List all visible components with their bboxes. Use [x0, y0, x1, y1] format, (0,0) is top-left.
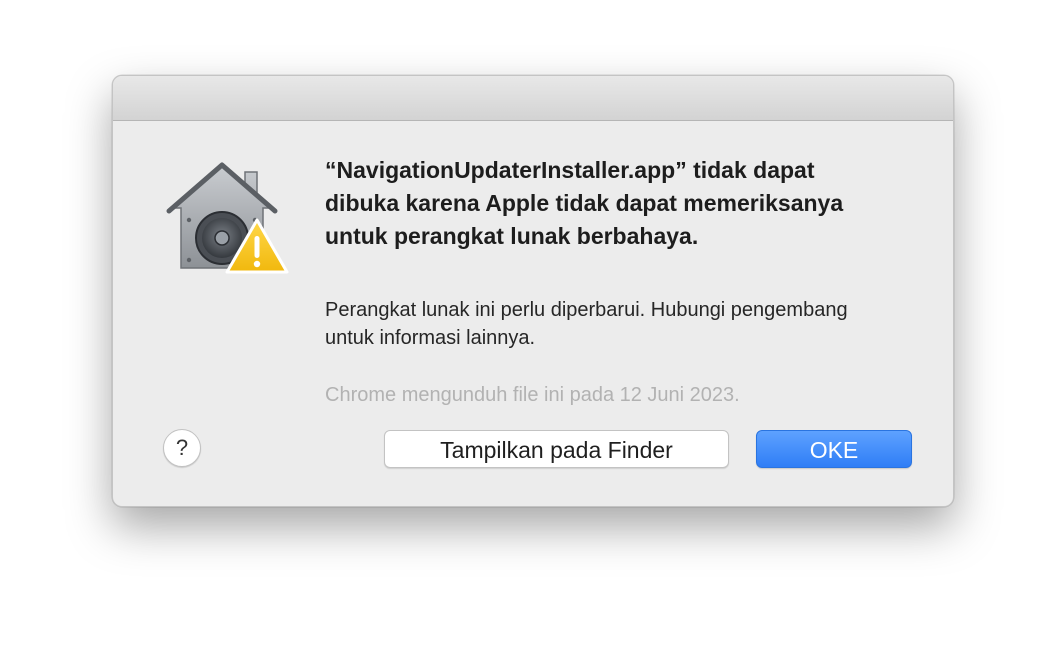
dialog-title: “NavigationUpdaterInstaller.app” tidak d… — [325, 157, 844, 249]
dialog-titlebar — [113, 76, 953, 121]
gatekeeper-warning-icon — [165, 158, 291, 276]
alert-dialog: “NavigationUpdaterInstaller.app” tidak d… — [112, 75, 954, 507]
ok-button[interactable]: OKE — [756, 430, 912, 468]
show-in-finder-button[interactable]: Tampilkan pada Finder — [384, 430, 729, 468]
help-button[interactable]: ? — [163, 429, 201, 467]
download-source-note: Chrome mengunduh file ini pada 12 Juni 2… — [325, 384, 740, 406]
dialog-message: Perangkat lunak ini perlu diperbarui. Hu… — [325, 299, 848, 349]
